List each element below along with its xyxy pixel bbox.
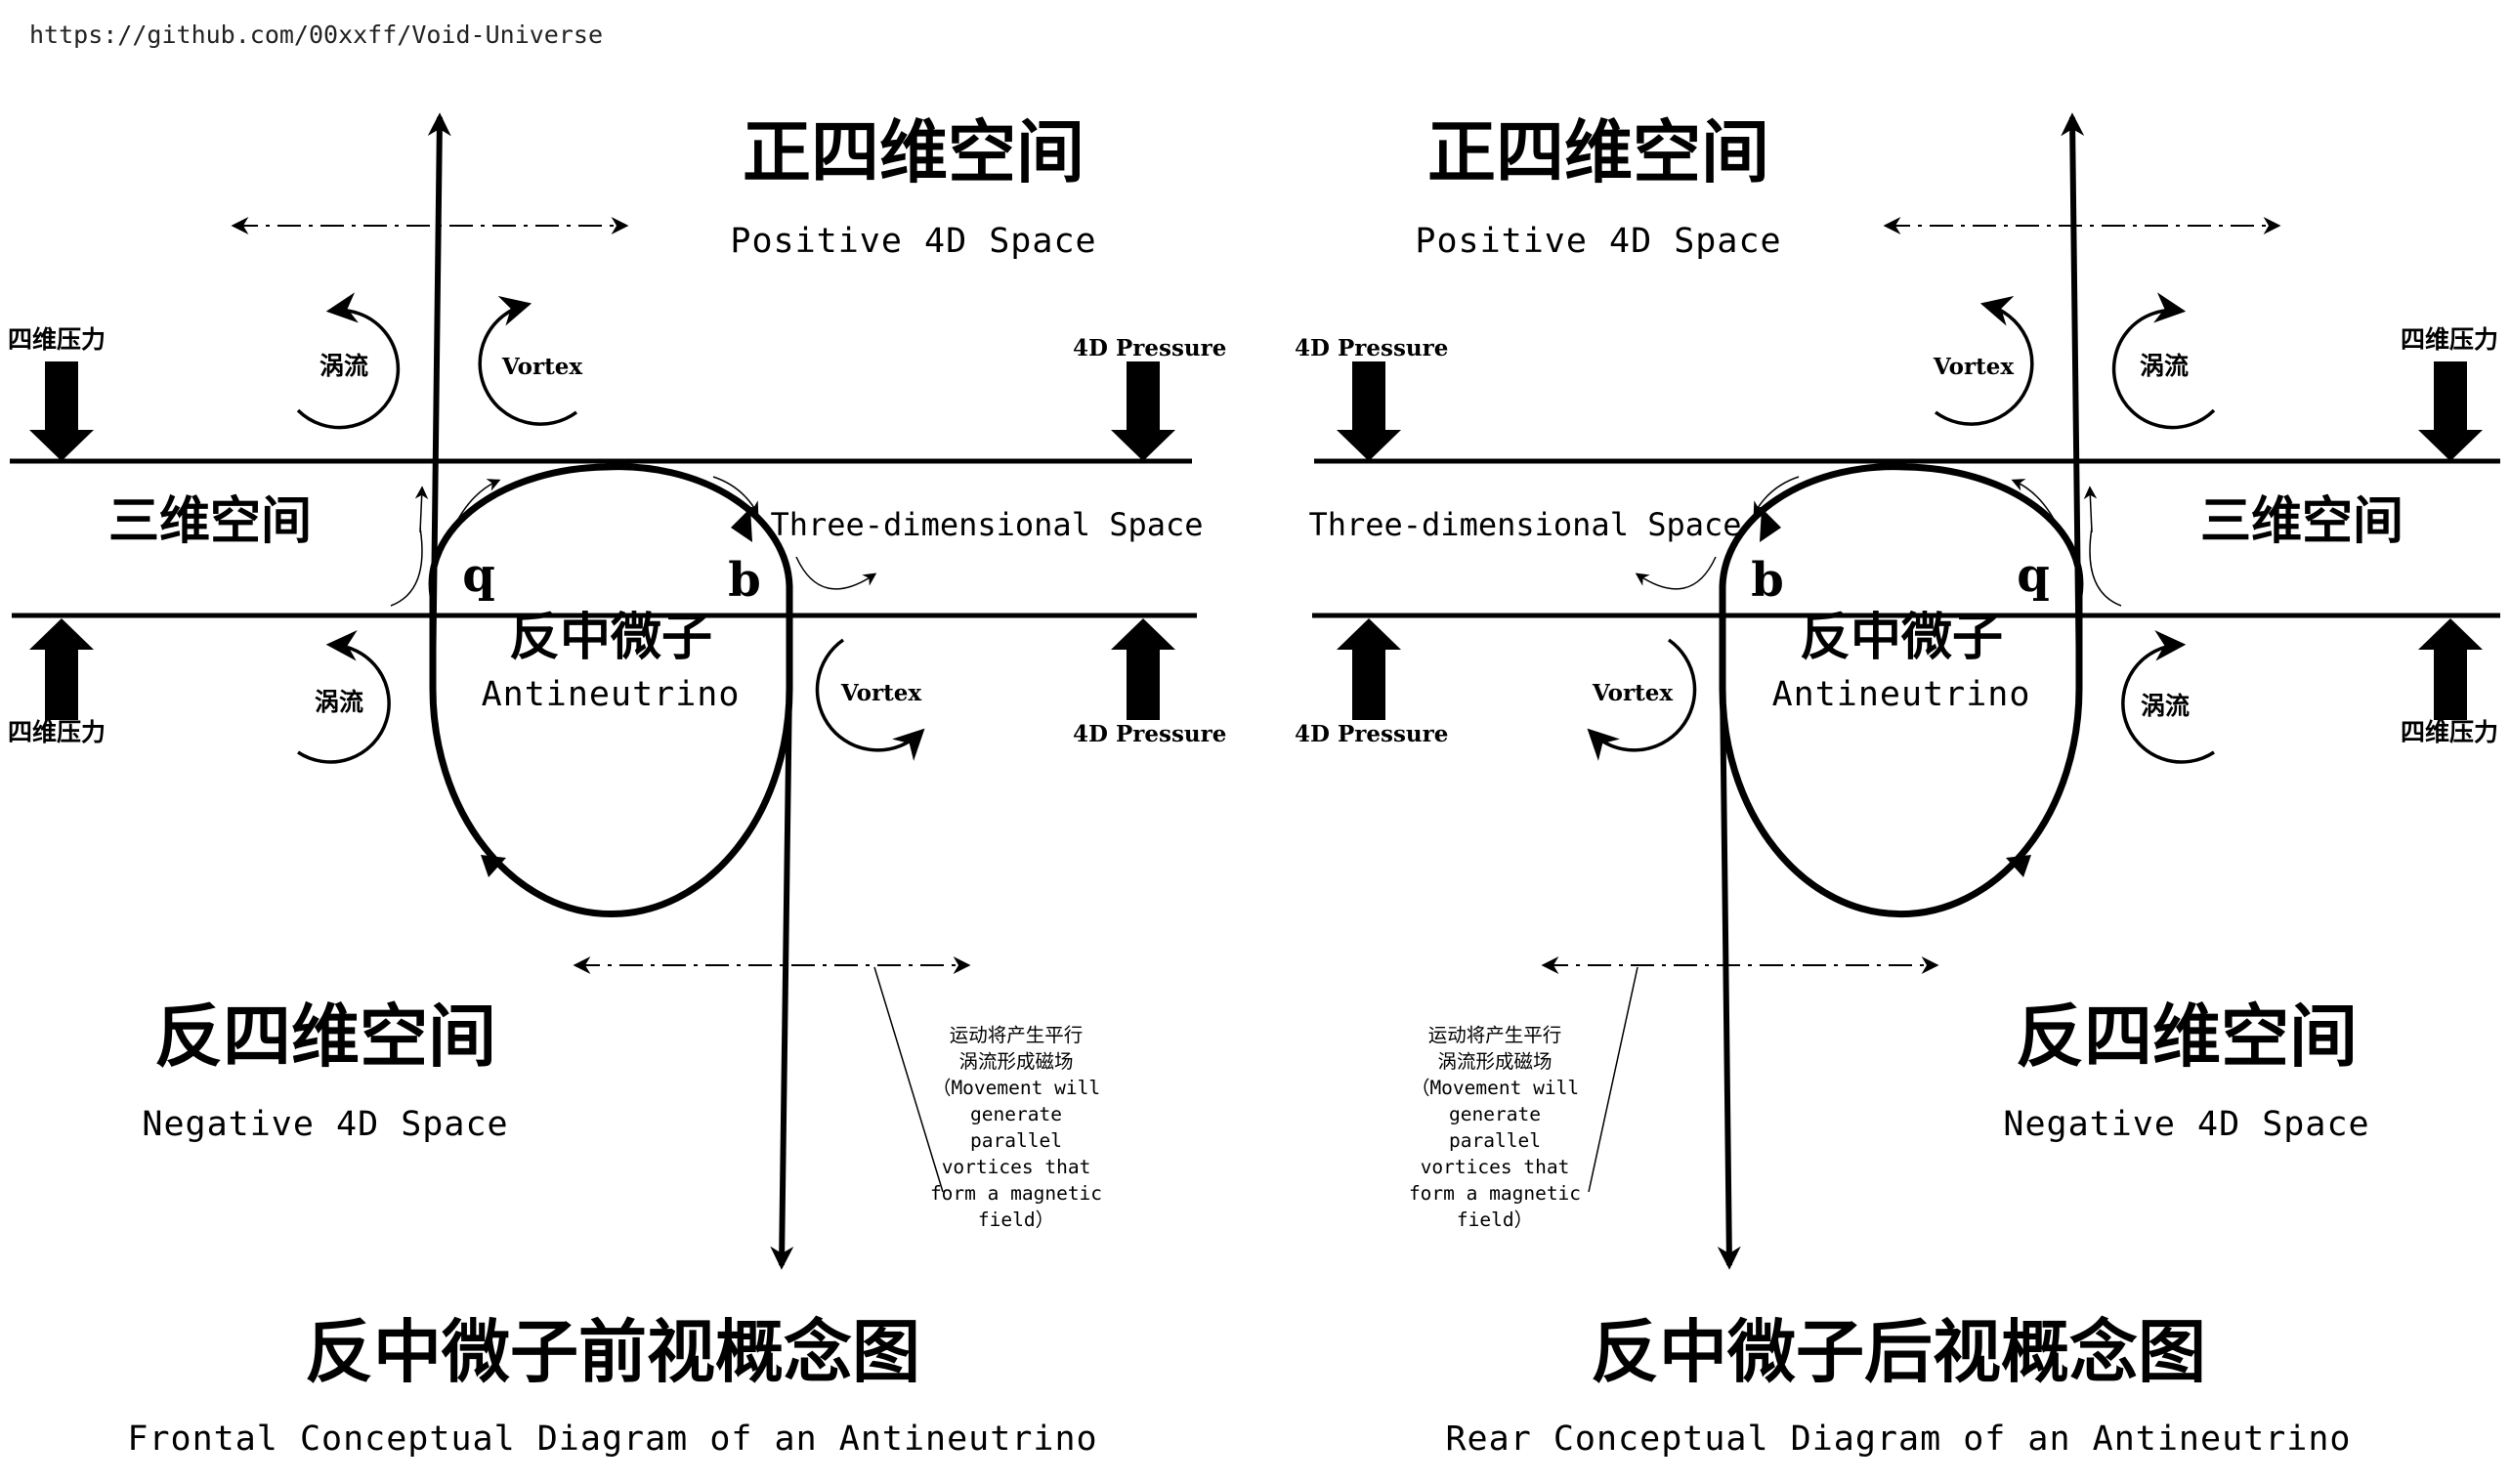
front-positive-4d-cn: 正四维空间 — [743, 112, 1085, 192]
front-pressure-arrow-bl — [29, 618, 94, 720]
rear-note-line: 运动将产生平行 — [1428, 1024, 1562, 1046]
front-note-line: 涡流形成磁场 — [958, 1050, 1073, 1073]
front-note-line: vortices that — [942, 1156, 1091, 1178]
rear-note-line: generate — [1449, 1103, 1541, 1125]
front-vortex-cn-top: 涡流 — [319, 352, 368, 380]
front-magnetic-note: 运动将产生平行 涡流形成磁场 （Movement will generate p… — [930, 1024, 1102, 1231]
front-pressure-en-top: 4D Pressure — [1073, 335, 1226, 361]
front-note-line: parallel — [970, 1129, 1062, 1152]
rear-note-line: field） — [1457, 1208, 1533, 1231]
rear-pressure-en-top: 4D Pressure — [1295, 335, 1448, 361]
rear-negative-4d-en: Negative 4D Space — [2003, 1105, 2369, 1144]
front-pressure-cn-top: 四维压力 — [8, 325, 106, 354]
front-label-b: b — [728, 553, 761, 608]
rear-pressure-arrow-tl — [1337, 361, 1401, 461]
rear-label-q: q — [2017, 548, 2050, 603]
rear-negative-4d-cn: 反四维空间 — [2016, 996, 2358, 1077]
rear-vortex-cn-top: 涡流 — [2140, 352, 2189, 380]
front-title-en: Frontal Conceptual Diagram of an Antineu… — [127, 1420, 1097, 1459]
rear-pressure-en-bottom: 4D Pressure — [1295, 721, 1448, 747]
rear-3d-space-en: Three-dimensional Space — [1308, 506, 1741, 543]
front-down-axis-arrow — [770, 683, 794, 1270]
rear-pressure-arrow-bl — [1337, 618, 1401, 720]
rear-note-line: vortices that — [1421, 1156, 1570, 1178]
front-positive-4d-en: Positive 4D Space — [730, 222, 1096, 261]
front-vortex-en-top: Vortex — [501, 354, 582, 380]
front-note-line: （Movement will — [932, 1077, 1100, 1099]
front-label-q: q — [462, 548, 495, 603]
front-negative-4d-en: Negative 4D Space — [142, 1105, 508, 1144]
rear-label-b: b — [1751, 553, 1784, 608]
rear-title-en: Rear Conceptual Diagram of an Antineutri… — [1445, 1420, 2351, 1459]
rear-pressure-arrow-tr — [2418, 361, 2483, 461]
rear-vortex-en-top: Vortex — [1933, 354, 2014, 380]
rear-pressure-cn-bottom: 四维压力 — [2401, 718, 2498, 746]
source-url[interactable]: https://github.com/00xxff/Void-Universe — [29, 21, 603, 49]
rear-vortex-en-bottom: Vortex — [1592, 680, 1673, 706]
rear-positive-4d-en: Positive 4D Space — [1415, 222, 1781, 261]
rear-note-line: parallel — [1449, 1129, 1541, 1152]
front-negative-4d-cn: 反四维空间 — [154, 996, 496, 1077]
front-particle-cn: 反中微子 — [509, 609, 712, 667]
front-pressure-arrow-tr — [1111, 361, 1175, 461]
rear-flow-arrow-1-head — [2083, 486, 2098, 533]
front-particle-en: Antineutrino — [482, 675, 741, 714]
front-vortex-en-bottom: Vortex — [840, 680, 921, 706]
rear-down-axis-arrow — [1717, 683, 1741, 1270]
diagram-canvas: https://github.com/00xxff/Void-Universe — [8, 21, 2500, 1459]
front-3d-space-en: Three-dimensional Space — [770, 506, 1203, 543]
rear-particle-en: Antineutrino — [1772, 675, 2031, 714]
front-pressure-arrow-tl — [29, 361, 94, 461]
front-note-line: form a magnetic — [930, 1182, 1102, 1205]
rear-pressure-arrow-br — [2418, 618, 2483, 720]
front-view: 正四维空间 Positive 4D Space 三维空间 Three-dimen… — [8, 112, 1226, 1459]
rear-note-line: 涡流形成磁场 — [1437, 1050, 1552, 1073]
front-note-line: field） — [978, 1208, 1054, 1231]
rear-note-pointer — [1588, 966, 1638, 1193]
front-flow-arrow-1-head — [414, 486, 429, 533]
rear-flow-arrow-1 — [2089, 527, 2122, 607]
front-flow-arrow-4 — [795, 556, 877, 590]
front-loop-arrow-top — [731, 508, 752, 542]
front-vortex-cn-bottom: 涡流 — [315, 688, 363, 716]
rear-note-line: form a magnetic — [1409, 1182, 1581, 1205]
front-note-line: generate — [970, 1103, 1062, 1125]
rear-loop-arrow-top — [1760, 508, 1781, 542]
rear-magnetic-note: 运动将产生平行 涡流形成磁场 （Movement will generate p… — [1409, 1024, 1581, 1231]
front-note-line: 运动将产生平行 — [950, 1024, 1084, 1046]
rear-note-line: （Movement will — [1411, 1077, 1579, 1099]
front-pressure-en-bottom: 4D Pressure — [1073, 721, 1226, 747]
rear-title-cn: 反中微子后视概念图 — [1591, 1312, 2206, 1392]
rear-3d-space-cn: 三维空间 — [2200, 492, 2404, 551]
rear-positive-4d-cn: 正四维空间 — [1427, 112, 1769, 192]
front-pressure-arrow-br — [1111, 618, 1175, 720]
rear-pressure-cn-top: 四维压力 — [2401, 325, 2498, 354]
rear-view: 正四维空间 Positive 4D Space 三维空间 Three-dimen… — [1295, 112, 2500, 1459]
front-pressure-cn-bottom: 四维压力 — [8, 718, 106, 746]
front-3d-space-cn: 三维空间 — [108, 492, 312, 551]
rear-flow-arrow-4 — [1635, 556, 1717, 590]
rear-vortex-cn-bottom: 涡流 — [2141, 692, 2190, 720]
front-flow-arrow-1 — [390, 527, 423, 607]
front-title-cn: 反中微子前视概念图 — [305, 1312, 920, 1392]
rear-particle-cn: 反中微子 — [1800, 609, 2003, 667]
